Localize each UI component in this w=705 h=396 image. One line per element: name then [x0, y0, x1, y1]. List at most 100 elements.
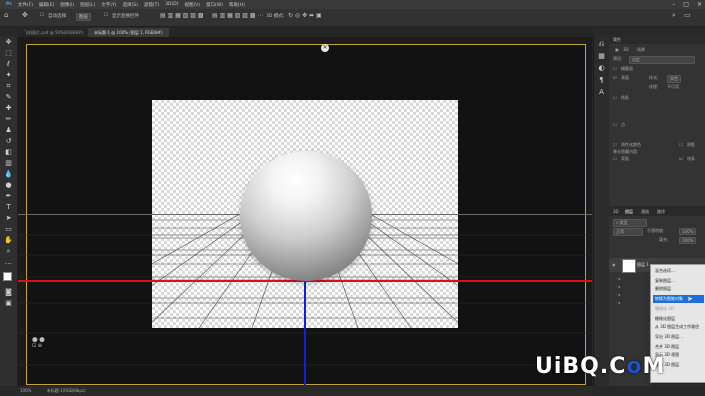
blend-mode-dropdown[interactable]: 正常 [613, 228, 643, 236]
linearize-label: 线性化颜色 [621, 142, 641, 147]
maximize-icon[interactable]: □ [683, 1, 689, 8]
panel-icon-strip: ⎌ ▦ ◐ ¶ A [593, 36, 610, 386]
menu-image[interactable]: 图像(I) [60, 2, 74, 8]
fill-input[interactable]: 100% [679, 237, 697, 244]
eraser-icon[interactable]: ◧ [4, 148, 13, 157]
linearize-checkbox[interactable]: ☐ [613, 142, 617, 147]
rectangle-icon[interactable]: ▭ [4, 225, 13, 234]
tab-3d[interactable]: 3D [613, 209, 619, 214]
eye-icon[interactable]: ◉ [612, 262, 616, 267]
properties-3d-label: 3D [623, 47, 629, 52]
points-checkbox[interactable]: ☐ [613, 122, 617, 127]
healing-brush-icon[interactable]: ✚ [4, 104, 13, 113]
properties-panel-icon[interactable]: ▦ [597, 52, 606, 61]
menu-filter[interactable]: 滤镜(T) [144, 2, 159, 8]
preset-dropdown[interactable]: 自定 [629, 56, 695, 64]
menu-item-export-3d[interactable]: 导出 3D 图层... [653, 333, 704, 341]
tab-document-2[interactable]: 未标题-1 @ 100% (图层 1, RGB/8#) [88, 28, 169, 37]
history-panel-icon[interactable]: ⎌ [597, 40, 606, 49]
menu-item-duplicate-layer[interactable]: 复制图层... [653, 277, 704, 285]
opacity-label: 不透明度: [647, 228, 665, 233]
menu-item-blending-options[interactable]: 混合选项... [653, 267, 704, 275]
align-icons[interactable]: ▤ ▥ ▦ ▧ ▨ ▩ [160, 12, 204, 19]
gradient-icon[interactable]: ▥ [4, 159, 13, 168]
magic-wand-icon[interactable]: ✦ [4, 71, 13, 80]
shadow-checkbox[interactable]: ☐ [679, 142, 683, 147]
workspace-icon[interactable]: ▭ [684, 11, 691, 19]
lines-checkbox[interactable]: ☐ [613, 95, 617, 100]
menu-item-rasterize-layer[interactable]: 栅格化图层 [653, 315, 704, 323]
quick-mask-icon[interactable]: ◙ [4, 288, 13, 297]
menu-view[interactable]: 视图(V) [184, 2, 200, 8]
path-selection-icon[interactable]: ➤ [4, 214, 13, 223]
menu-edit[interactable]: 编辑(E) [39, 2, 54, 8]
layer-name[interactable]: 图层 1 [637, 262, 649, 268]
type-icon[interactable]: T [4, 203, 13, 212]
minimize-icon[interactable]: – [672, 1, 675, 8]
auto-select-target-dropdown[interactable]: 图层 [76, 13, 91, 21]
menu-item-merge-3d[interactable]: 合并 3D 图层 [653, 343, 704, 351]
properties-tab[interactable]: 属性 [613, 37, 621, 43]
home-icon[interactable]: ⌂ [4, 11, 8, 19]
line-item-checkbox[interactable]: ☑ [679, 156, 683, 161]
distribute-icons[interactable]: ▤ ▥ ▦ ▧ ▨ ▩ ⋯ [212, 12, 263, 19]
crop-icon[interactable]: ⌗ [4, 82, 13, 91]
back-label: 背面 [621, 156, 629, 161]
menu-help[interactable]: 帮助(H) [229, 2, 245, 8]
zoom-level[interactable]: 100% [20, 388, 31, 393]
eyedropper-icon[interactable]: ✎ [4, 93, 13, 102]
tab-layers[interactable]: 图层 [625, 209, 633, 215]
foreground-color-swatch[interactable] [3, 272, 12, 281]
clone-stamp-icon[interactable]: ♟ [4, 126, 13, 135]
menu-layer[interactable]: 图层(L) [80, 2, 95, 8]
marquee-icon[interactable]: ⬚ [4, 49, 13, 58]
menu-file[interactable]: 文件(F) [18, 2, 33, 8]
3d-icon: ▣ [615, 47, 619, 52]
ps-logo-icon[interactable]: Ps [6, 2, 12, 7]
texture-label: 纹理: [649, 84, 659, 89]
menu-item-convert-smart-object[interactable]: 转换为智能对象 [653, 295, 704, 303]
tab-channels[interactable]: 通道 [641, 209, 649, 215]
menu-window[interactable]: 窗口(W) [206, 2, 223, 8]
menu-type[interactable]: 文字(Y) [101, 2, 116, 8]
menu-3d[interactable]: 3D(D) [165, 2, 178, 7]
menu-item-rasterize-3d[interactable]: 栅格化 3D [653, 305, 704, 313]
auto-select-checkbox[interactable]: ☐ [40, 13, 44, 18]
menu-item-delete-layer[interactable]: 删除图层 [653, 285, 704, 293]
show-transform-checkbox[interactable]: ☐ [104, 13, 108, 18]
hand-icon[interactable]: ✋ [4, 236, 13, 245]
blur-icon[interactable]: 💧 [4, 170, 13, 179]
back-checkbox[interactable]: ☐ [613, 156, 617, 161]
tab-document-1[interactable]: 飞机面片.psd @ 50%(RGB/8#) [18, 28, 89, 37]
3d-sphere[interactable] [240, 151, 372, 281]
canvas-area[interactable]: ✕ ⬤ ⬤ ⊡ ⊕ [18, 37, 592, 386]
menu-select[interactable]: 选择(S) [123, 2, 138, 8]
close-window-icon[interactable]: ✕ [697, 1, 702, 8]
move-icon[interactable]: ✥ [4, 38, 13, 47]
adjustments-panel-icon[interactable]: ◐ [597, 64, 606, 73]
close-icon[interactable]: ✕ [321, 44, 329, 52]
character-panel-icon[interactable]: A [597, 88, 606, 97]
3d-axis-widget-icon[interactable]: ⬤ ⬤ ⊡ ⊕ [32, 337, 45, 349]
3d-mode-icons[interactable]: ↻ ◎ ✥ ⬌ ▣ [288, 12, 322, 19]
tab-paths[interactable]: 路径 [657, 209, 665, 215]
brush-icon[interactable]: ✏ [4, 115, 13, 124]
history-brush-icon[interactable]: ↺ [4, 137, 13, 146]
cross-section-checkbox[interactable]: ☐ [613, 66, 617, 71]
more-tools-icon[interactable]: … [4, 258, 13, 267]
layer-filter-dropdown[interactable]: ⌕ 类型 [613, 219, 647, 227]
zoom-icon[interactable]: ⌕ [4, 247, 13, 256]
pen-icon[interactable]: ✒ [4, 192, 13, 201]
dodge-icon[interactable]: ● [4, 181, 13, 190]
screen-mode-icon[interactable]: ▣ [4, 299, 13, 308]
lasso-icon[interactable]: ℓ [4, 60, 13, 69]
opacity-input[interactable]: 100% [679, 228, 697, 235]
move-tool-icon[interactable]: ✥ [22, 11, 28, 19]
preset-label: 预设: [613, 56, 623, 61]
paragraph-panel-icon[interactable]: ¶ [597, 76, 606, 85]
search-icon[interactable]: ⌕ [672, 11, 676, 20]
style-dropdown[interactable]: 实色 [667, 75, 681, 83]
menu-item-work-path[interactable]: 从 3D 图层生成工作路径 [653, 323, 704, 331]
sublayer-item: ◦ ▸ [615, 292, 621, 297]
surface-checkbox[interactable]: ☑ [613, 75, 617, 80]
